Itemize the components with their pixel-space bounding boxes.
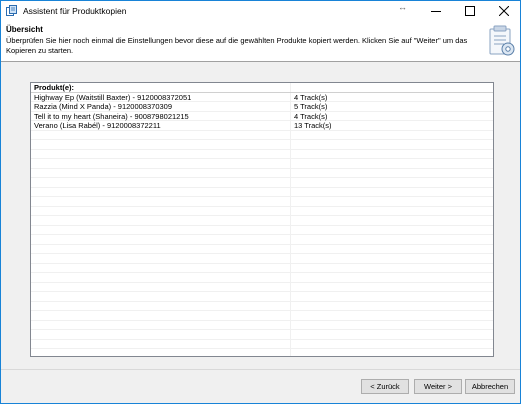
window-title: Assistent für Produktkopien [23,6,127,16]
empty-table-row[interactable] [31,150,493,159]
track-count-cell: 13 Track(s) [294,121,332,130]
next-button[interactable]: Weiter > [414,379,462,394]
table-header-row: Produkt(e): [31,83,493,93]
empty-table-row[interactable] [31,131,493,140]
empty-table-row[interactable] [31,292,493,302]
table-row[interactable]: Razzia (Mind X Panda) - 9120008370309 5 T… [31,102,493,112]
empty-table-row[interactable] [31,235,493,245]
footer-divider [1,369,520,370]
empty-table-row[interactable] [31,264,493,273]
wizard-header: Übersicht Überprüfen Sie hier noch einma… [1,21,520,62]
product-table[interactable]: Produkt(e): Highway Ep (Waitstill Baxter)… [30,82,494,357]
column-header-product: Produkt(e): [34,83,74,92]
product-cell: Tell it to my heart (Shaneira) - 9008798… [34,111,189,121]
empty-table-row[interactable] [31,349,493,356]
empty-table-row[interactable] [31,254,493,264]
app-copy-icon [6,5,17,16]
table-row[interactable]: Verano (Lisa Rabél) - 9120008372211 13 Tr… [31,121,493,131]
maximize-icon [465,6,475,16]
empty-table-row[interactable] [31,321,493,330]
track-count-cell: 4 Track(s) [294,111,328,121]
cancel-button[interactable]: Abbrechen [465,379,515,394]
wizard-window: Assistent für Produktkopien ↔ Übersicht … [0,0,521,404]
empty-table-row[interactable] [31,311,493,321]
empty-table-row[interactable] [31,340,493,349]
page-title: Übersicht [6,25,43,34]
table-row[interactable]: Tell it to my heart (Shaneira) - 9008798… [31,111,493,121]
minimize-button[interactable] [419,1,453,21]
product-cell: Highway Ep (Waitstill Baxter) - 91200083… [34,92,192,102]
empty-table-row[interactable] [31,273,493,283]
track-count-cell: 4 Track(s) [294,92,328,102]
empty-table-row[interactable] [31,226,493,235]
empty-table-row[interactable] [31,302,493,311]
close-button[interactable] [487,1,521,21]
empty-table-row[interactable] [31,178,493,188]
empty-table-row[interactable] [31,330,493,340]
track-count-cell: 5 Track(s) [294,102,328,111]
empty-table-row[interactable] [31,216,493,226]
table-row[interactable]: Highway Ep (Waitstill Baxter) - 91200083… [31,92,493,102]
product-cell: Verano (Lisa Rabél) - 9120008372211 [34,121,161,130]
empty-table-row[interactable] [31,283,493,292]
title-bar[interactable]: Assistent für Produktkopien ↔ [1,1,520,21]
product-cell: Razzia (Mind X Panda) - 9120008370309 [34,102,173,111]
empty-table-row[interactable] [31,188,493,197]
page-description: Überprüfen Sie hier noch einmal die Eins… [6,36,468,55]
empty-table-row[interactable] [31,159,493,169]
empty-table-row[interactable] [31,207,493,216]
empty-table-row[interactable] [31,169,493,178]
empty-table-row[interactable] [31,140,493,150]
maximize-button[interactable] [453,1,487,21]
minimize-icon [431,11,441,12]
back-button[interactable]: < Zurück [361,379,409,394]
close-icon [499,6,509,16]
settings-checklist-icon [489,25,515,56]
empty-table-row[interactable] [31,245,493,254]
empty-table-row[interactable] [31,197,493,207]
resize-arrows-icon: ↔ [398,2,407,12]
